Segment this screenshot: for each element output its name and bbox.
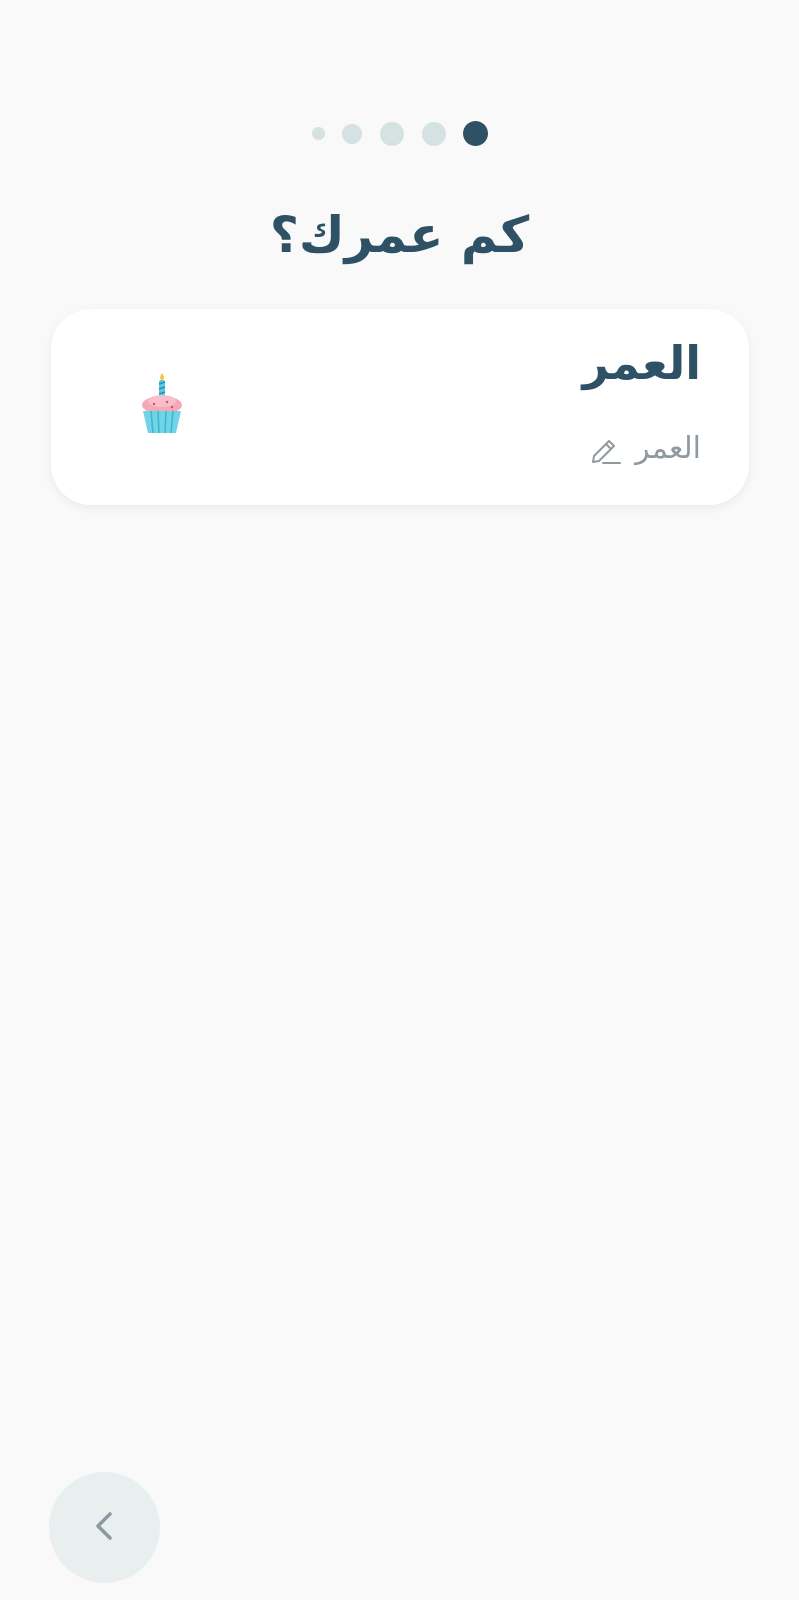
age-card: العمر العمر (51, 309, 749, 505)
progress-dot-1 (312, 127, 325, 140)
progress-dots (0, 118, 799, 146)
progress-dot-3 (380, 122, 404, 146)
progress-dot-2 (342, 124, 362, 144)
age-input[interactable]: العمر (587, 427, 701, 471)
age-card-label: العمر (582, 336, 701, 390)
page-title: كم عمرك؟ (269, 206, 530, 264)
cupcake-icon (139, 371, 185, 435)
chevron-left-icon (88, 1509, 122, 1547)
pencil-icon (587, 432, 622, 466)
progress-dot-5-active (463, 121, 488, 146)
age-input-placeholder: العمر (635, 431, 701, 466)
progress-dot-4 (422, 122, 446, 146)
back-button[interactable] (49, 1472, 160, 1583)
